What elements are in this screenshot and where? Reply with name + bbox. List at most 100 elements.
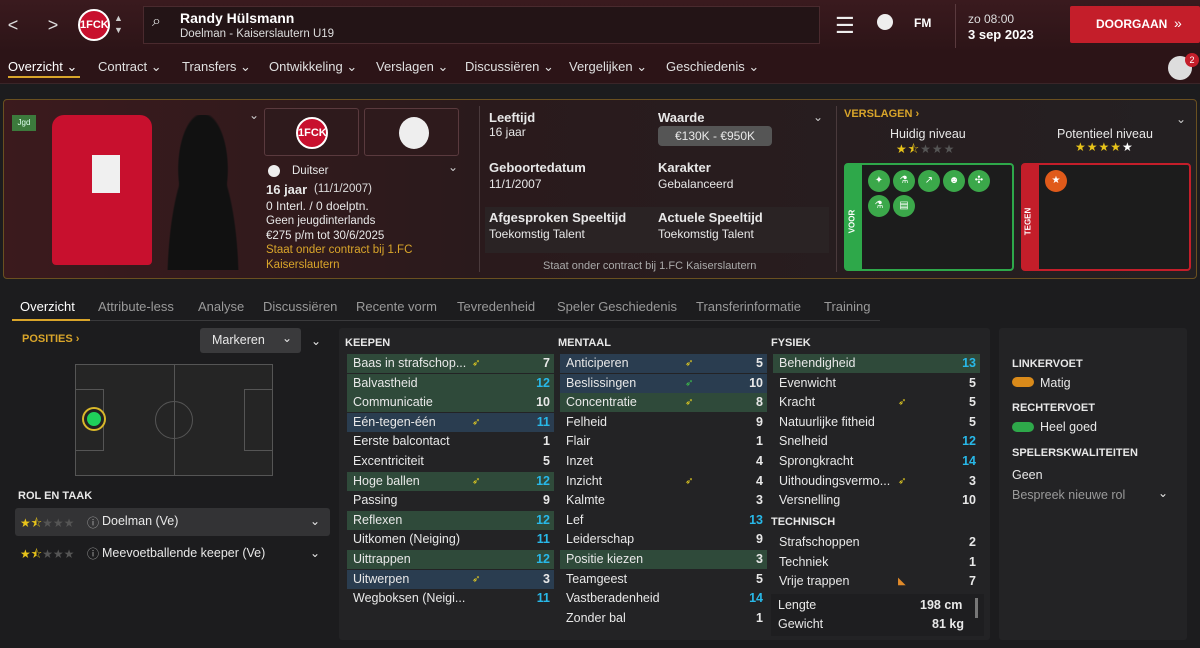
tab-happiness[interactable]: Tevredenheid — [457, 299, 535, 314]
menu-item-overview[interactable]: Overzicht ⌄ — [8, 59, 77, 75]
attribute-row[interactable]: Communicatie 10 — [347, 393, 554, 413]
attribute-name: Teamgeest — [566, 571, 628, 586]
continue-button[interactable]: DOORGAAN » — [1070, 6, 1200, 43]
chevron-down-icon[interactable]: ⌄ — [1158, 486, 1168, 500]
strength-icon[interactable]: ↗ — [918, 170, 940, 192]
info-icon[interactable]: ⓘ — [87, 545, 99, 562]
menu-item-contract[interactable]: Contract ⌄ — [98, 59, 162, 75]
attribute-row[interactable]: Positie kiezen 3 — [560, 550, 767, 569]
tab-transfer-info[interactable]: Transferinformatie — [696, 299, 801, 314]
height-value: 198 cm — [920, 598, 963, 612]
positions-link[interactable]: POSITIES › — [22, 333, 79, 345]
reports-link[interactable]: VERSLAGEN › — [844, 108, 919, 120]
position-marker-gk[interactable] — [84, 409, 104, 429]
attribute-row[interactable]: Kalmte 3 — [560, 491, 767, 510]
nationality-dropdown-icon[interactable]: ⌄ — [448, 160, 458, 174]
attribute-row[interactable]: Vastberadenheid 14 — [560, 589, 767, 608]
attribute-row[interactable]: Wegboksen (Neigi... 11 — [347, 589, 554, 608]
menu-item-history[interactable]: Geschiedenis ⌄ — [666, 59, 759, 75]
search-icon[interactable]: ⌕ — [152, 13, 161, 31]
back-button[interactable]: < — [0, 12, 26, 38]
value-range: €130K - €950K — [658, 126, 772, 146]
attribute-row[interactable]: Baas in strafschop... ➶ 7 — [347, 354, 554, 373]
attribute-row[interactable]: Uitkomen (Neiging) 11 — [347, 530, 554, 549]
forward-button[interactable]: > — [40, 12, 66, 38]
strength-icon[interactable]: ⚗ — [868, 195, 890, 217]
attribute-row[interactable]: Teamgeest 5 — [560, 570, 767, 589]
attribute-row[interactable]: Snelheid 12 — [773, 432, 980, 451]
attribute-row[interactable]: Zonder bal 1 — [560, 609, 767, 628]
attribute-name: Excentriciteit — [353, 454, 424, 468]
progress-arrow-icon: ◣ — [898, 576, 906, 588]
strength-icon[interactable]: ☻ — [943, 170, 965, 192]
attribute-row[interactable]: Uithoudingsvermo... ➶ 3 — [773, 472, 980, 491]
attribute-row[interactable]: Reflexen 12 — [347, 510, 554, 530]
attribute-row[interactable]: Vrije trappen ◣ 7 — [773, 572, 980, 591]
attribute-name: Zonder bal — [566, 610, 626, 625]
tab-player-history[interactable]: Speler Geschiedenis — [557, 299, 677, 314]
attribute-row[interactable]: Beslissingen ➶ 10 — [560, 373, 767, 393]
attribute-row[interactable]: Techniek 1 — [773, 553, 980, 572]
fm-icon[interactable]: FM — [914, 16, 931, 30]
attribute-row[interactable]: Eén-tegen-één ➶ 11 — [347, 412, 554, 432]
attribute-row[interactable]: Kracht ➶ 5 — [773, 393, 980, 412]
menu-item-development[interactable]: Ontwikkeling ⌄ — [269, 59, 357, 75]
attribute-row[interactable]: Flair 1 — [560, 432, 767, 451]
scrollbar[interactable] — [975, 598, 978, 618]
attribute-value: 13 — [962, 356, 976, 370]
nation-crest-card[interactable] — [364, 108, 459, 156]
attribute-row[interactable]: Excentriciteit 5 — [347, 452, 554, 471]
attribute-row[interactable]: Inzet 4 — [560, 452, 767, 471]
actual-time-label: Actuele Speeltijd — [658, 210, 763, 225]
tab-recent-form[interactable]: Recente vorm — [356, 299, 437, 314]
strength-icon[interactable]: ✦ — [868, 170, 890, 192]
attribute-row[interactable]: Eerste balcontact 1 — [347, 432, 554, 451]
attribute-row[interactable]: Inzicht ➶ 4 — [560, 472, 767, 491]
attribute-row[interactable]: Behendigheid 13 — [773, 354, 980, 373]
attribute-row[interactable]: Natuurlijke fitheid 5 — [773, 413, 980, 432]
mark-dropdown[interactable]: Markeren ⌄ — [200, 328, 301, 353]
discuss-trait-dropdown[interactable]: Bespreek nieuwe rol — [1012, 488, 1125, 502]
chevron-down-icon[interactable]: ⌄ — [813, 110, 823, 124]
menu-item-compare[interactable]: Vergelijken ⌄ — [569, 59, 647, 75]
chevron-down-icon[interactable]: ⌄ — [310, 514, 320, 528]
menu-item-transfers[interactable]: Transfers ⌄ — [182, 59, 251, 75]
chevron-down-icon[interactable]: ⌄ — [249, 108, 259, 122]
strength-icon[interactable]: ⚗ — [893, 170, 915, 192]
attribute-row[interactable]: Lef 13 — [560, 511, 767, 530]
attribute-row[interactable]: Passing 9 — [347, 491, 554, 510]
ball-icon[interactable] — [877, 14, 893, 30]
tab-analysis[interactable]: Analyse — [198, 299, 244, 314]
strength-icon[interactable]: ✣ — [968, 170, 990, 192]
attribute-row[interactable]: Felheid 9 — [560, 413, 767, 432]
attribute-value: 1 — [969, 554, 976, 569]
attribute-row[interactable]: Uitwerpen ➶ 3 — [347, 569, 554, 589]
attribute-row[interactable]: Concentratie ➶ 8 — [560, 393, 767, 413]
tab-training[interactable]: Training — [824, 299, 870, 314]
attribute-row[interactable]: Balvastheid 12 — [347, 373, 554, 393]
attribute-row[interactable]: Leiderschap 9 — [560, 530, 767, 549]
chevron-down-icon[interactable]: ⌄ — [311, 334, 321, 348]
attribute-row[interactable]: Evenwicht 5 — [773, 374, 980, 393]
club-switch-icon[interactable]: ▲ ▼ — [114, 12, 123, 36]
menu-item-discuss[interactable]: Discussiëren ⌄ — [465, 59, 554, 75]
attribute-row[interactable]: Anticiperen ➶ 5 — [560, 354, 767, 373]
chevron-down-icon[interactable]: ⌄ — [310, 546, 320, 560]
weakness-icon[interactable]: ★ — [1045, 170, 1067, 192]
attribute-row[interactable]: Versnelling 10 — [773, 491, 980, 510]
strength-icon[interactable]: ▤ — [893, 195, 915, 217]
info-icon[interactable]: ⓘ — [87, 514, 99, 531]
tab-discuss[interactable]: Discussiëren — [263, 299, 337, 314]
attribute-row[interactable]: Sprongkracht 14 — [773, 452, 980, 471]
club-badge[interactable]: 1FCK — [78, 9, 110, 41]
attribute-row[interactable]: Uittrappen 12 — [347, 550, 554, 569]
tab-attribute-less[interactable]: Attribute-less — [98, 299, 174, 314]
role-stars: ★⯪★★★ — [20, 516, 75, 530]
club-crest-card[interactable]: 1FCK — [264, 108, 359, 156]
chevron-down-icon[interactable]: ⌄ — [1176, 112, 1186, 126]
tab-overview[interactable]: Overzicht — [20, 299, 75, 314]
menu-icon[interactable]: ☰ — [835, 13, 855, 39]
attribute-row[interactable]: Hoge ballen ➶ 12 — [347, 471, 554, 491]
attribute-row[interactable]: Strafschoppen 2 — [773, 533, 980, 552]
menu-item-reports[interactable]: Verslagen ⌄ — [376, 59, 448, 75]
